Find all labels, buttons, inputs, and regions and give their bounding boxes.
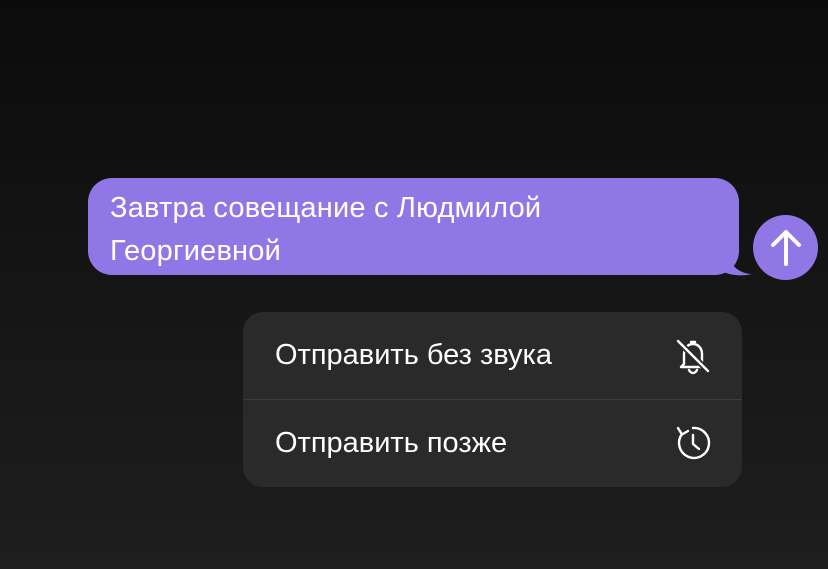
send-button[interactable] <box>753 215 818 280</box>
message-draft-bubble: Завтра совещание с Людмилой Георгиевной <box>88 178 739 275</box>
menu-item-label: Отправить без звука <box>275 339 553 371</box>
menu-item-label: Отправить позже <box>275 426 508 459</box>
menu-item-send-silently[interactable]: Отправить без звука <box>243 312 742 399</box>
send-options-screen: Завтра совещание с Людмилой Георгиевной … <box>0 0 828 569</box>
message-text-line-1: Завтра совещание с Людмилой <box>110 192 542 224</box>
bubble-tail <box>724 250 752 276</box>
clock-icon <box>674 424 712 462</box>
bell-slash-icon <box>674 337 712 375</box>
message-text-line-2: Георгиевной <box>110 235 282 267</box>
send-options-menu: Отправить без звука Отправить позже <box>243 312 742 487</box>
arrow-up-icon <box>770 229 801 266</box>
menu-item-send-later[interactable]: Отправить позже <box>243 399 742 486</box>
